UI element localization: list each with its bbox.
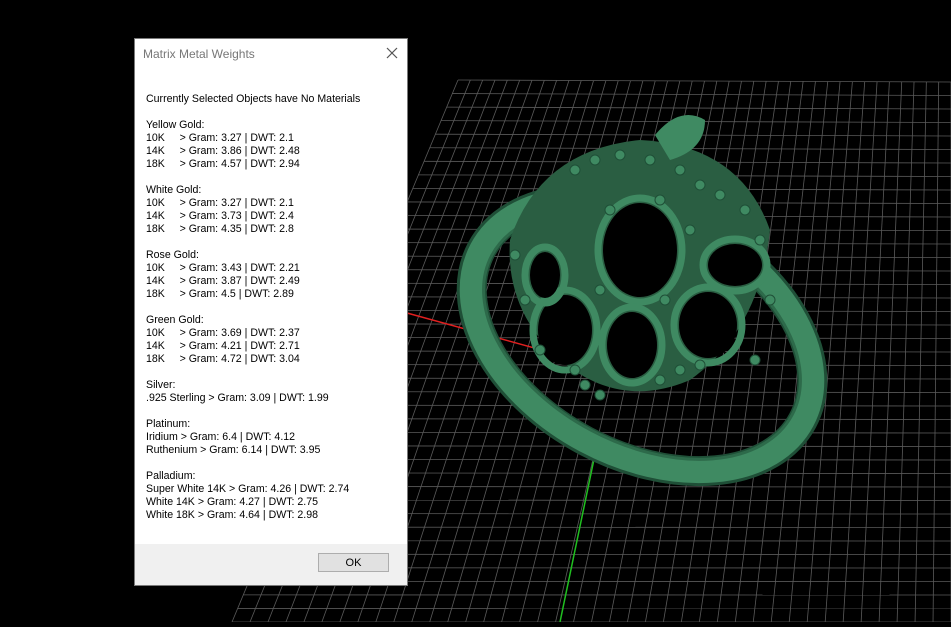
weight-row: Ruthenium > Gram: 6.14 | DWT: 3.95 — [146, 444, 401, 457]
bead-prong — [605, 205, 615, 215]
metal-group: Palladium:Super White 14K > Gram: 4.26 |… — [146, 470, 401, 522]
bead-prong — [590, 155, 600, 165]
close-icon — [377, 39, 407, 69]
weight-row: 14K > Gram: 3.86 | DWT: 2.48 — [146, 145, 401, 158]
metal-group-name: Palladium: — [146, 470, 401, 483]
weight-row: 10K > Gram: 3.27 | DWT: 2.1 — [146, 132, 401, 145]
metal-group-name: White Gold: — [146, 184, 401, 197]
weights-content: Currently Selected Objects have No Mater… — [146, 93, 401, 522]
metal-group: Yellow Gold:10K > Gram: 3.27 | DWT: 2.11… — [146, 119, 401, 171]
bead-prong — [655, 195, 665, 205]
bead-prong — [675, 165, 685, 175]
bead-prong — [685, 225, 695, 235]
oval-setting-right-opening — [679, 292, 737, 358]
dialog-titlebar[interactable]: Matrix Metal Weights — [135, 39, 407, 69]
bead-prong — [740, 205, 750, 215]
metal-group: Silver:.925 Sterling > Gram: 3.09 | DWT:… — [146, 379, 401, 405]
side-setting-left-opening — [530, 252, 560, 298]
ok-button[interactable]: OK — [318, 553, 389, 572]
weight-row: 14K > Gram: 3.87 | DWT: 2.49 — [146, 275, 401, 288]
weight-row: 10K > Gram: 3.43 | DWT: 2.21 — [146, 262, 401, 275]
dialog-title: Matrix Metal Weights — [143, 47, 255, 61]
bead-prong — [595, 285, 605, 295]
bead-prong — [570, 165, 580, 175]
dialog-footer: OK — [135, 544, 407, 585]
bead-prong — [675, 365, 685, 375]
bead-prong — [765, 295, 775, 305]
bead-prong — [655, 375, 665, 385]
bead-prong — [715, 190, 725, 200]
ring-model — [425, 115, 859, 526]
bead-prong — [520, 295, 530, 305]
weight-row: White 18K > Gram: 4.64 | DWT: 2.98 — [146, 509, 401, 522]
selection-status-text: Currently Selected Objects have No Mater… — [146, 93, 401, 106]
bead-prong — [535, 345, 545, 355]
weight-row: 10K > Gram: 3.27 | DWT: 2.1 — [146, 197, 401, 210]
metal-group-name: Platinum: — [146, 418, 401, 431]
metal-group-name: Silver: — [146, 379, 401, 392]
bead-prong — [750, 355, 760, 365]
weight-row: .925 Sterling > Gram: 3.09 | DWT: 1.99 — [146, 392, 401, 405]
oval-setting-center-opening — [607, 312, 657, 378]
weight-row: 18K > Gram: 4.57 | DWT: 2.94 — [146, 158, 401, 171]
weight-row: White 14K > Gram: 4.27 | DWT: 2.75 — [146, 496, 401, 509]
weight-row: 14K > Gram: 4.21 | DWT: 2.71 — [146, 340, 401, 353]
metal-group: Rose Gold:10K > Gram: 3.43 | DWT: 2.2114… — [146, 249, 401, 301]
close-button[interactable] — [377, 39, 407, 69]
metal-group: White Gold:10K > Gram: 3.27 | DWT: 2.114… — [146, 184, 401, 236]
weight-row: 18K > Gram: 4.72 | DWT: 3.04 — [146, 353, 401, 366]
metal-weights-dialog: Matrix Metal Weights Currently Selected … — [135, 39, 407, 585]
metal-group: Green Gold:10K > Gram: 3.69 | DWT: 2.371… — [146, 314, 401, 366]
bead-prong — [570, 365, 580, 375]
bead-prong — [695, 180, 705, 190]
bead-prong — [645, 155, 655, 165]
metal-group-name: Rose Gold: — [146, 249, 401, 262]
weight-row: 18K > Gram: 4.5 | DWT: 2.89 — [146, 288, 401, 301]
bead-prong — [615, 150, 625, 160]
weight-row: Super White 14K > Gram: 4.26 | DWT: 2.74 — [146, 483, 401, 496]
bead-prong — [580, 380, 590, 390]
bead-prong — [755, 235, 765, 245]
metal-group: Platinum:Iridium > Gram: 6.4 | DWT: 4.12… — [146, 418, 401, 457]
bead-prong — [510, 250, 520, 260]
weight-row: Iridium > Gram: 6.4 | DWT: 4.12 — [146, 431, 401, 444]
pear-setting-opening — [603, 203, 677, 297]
metal-group-name: Yellow Gold: — [146, 119, 401, 132]
bead-prong — [695, 360, 705, 370]
oval-setting-upper-right-opening — [708, 244, 762, 286]
weight-row: 18K > Gram: 4.35 | DWT: 2.8 — [146, 223, 401, 236]
bead-prong — [660, 295, 670, 305]
metal-group-name: Green Gold: — [146, 314, 401, 327]
weight-row: 14K > Gram: 3.73 | DWT: 2.4 — [146, 210, 401, 223]
weight-row: 10K > Gram: 3.69 | DWT: 2.37 — [146, 327, 401, 340]
bead-prong — [595, 390, 605, 400]
metal-groups: Yellow Gold:10K > Gram: 3.27 | DWT: 2.11… — [146, 119, 401, 522]
